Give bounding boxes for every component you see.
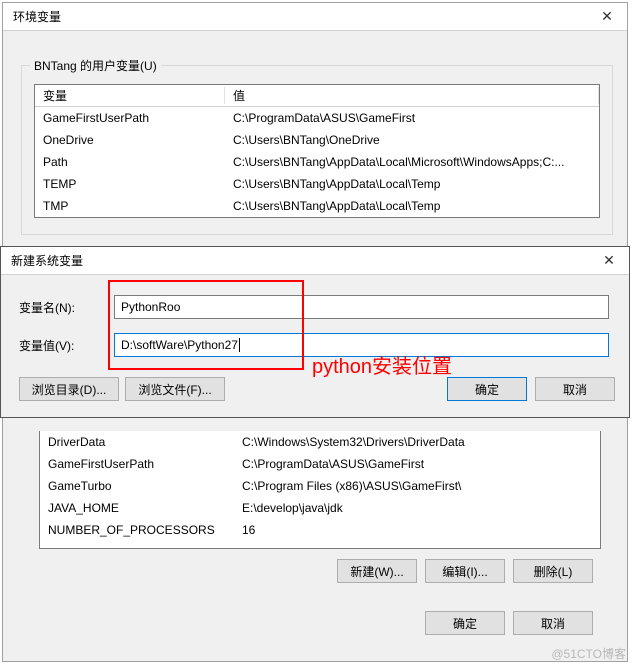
text-caret	[239, 338, 240, 352]
table-row[interactable]: OneDriveC:\Users\BNTang\OneDrive	[35, 129, 599, 151]
new-system-var-button[interactable]: 新建(W)...	[337, 559, 417, 583]
variable-name-row: 变量名(N):	[19, 295, 613, 319]
user-variables-group: BNTang 的用户变量(U) 变量 值 GameFirstUserPathC:…	[21, 65, 613, 235]
variable-name-label: 变量名(N):	[19, 299, 114, 316]
table-row[interactable]: GameTurboC:\Program Files (x86)\ASUS\Gam…	[40, 475, 600, 497]
table-row[interactable]: GameFirstUserPathC:\ProgramData\ASUS\Gam…	[35, 107, 599, 129]
table-row[interactable]: PathC:\Users\BNTang\AppData\Local\Micros…	[35, 151, 599, 173]
env-title: 环境变量	[13, 8, 61, 25]
main-buttons-row: 确定 取消	[33, 611, 593, 635]
browse-directory-button[interactable]: 浏览目录(D)...	[19, 377, 119, 401]
cancel-button[interactable]: 取消	[513, 611, 593, 635]
new-system-variable-dialog: 新建系统变量 ✕ 变量名(N): 变量值(V): D:\softWare\Pyt…	[0, 246, 630, 418]
ok-button[interactable]: 确定	[425, 611, 505, 635]
variable-value-input[interactable]: D:\softWare\Python27	[114, 333, 609, 357]
cancel-button[interactable]: 取消	[535, 377, 615, 401]
env-titlebar: 环境变量 ✕	[3, 3, 627, 31]
browse-buttons-row: 浏览目录(D)... 浏览文件(F)...	[13, 377, 225, 401]
browse-file-button[interactable]: 浏览文件(F)...	[125, 377, 225, 401]
table-row[interactable]: GameFirstUserPathC:\ProgramData\ASUS\Gam…	[40, 453, 600, 475]
delete-system-var-button[interactable]: 删除(L)	[513, 559, 593, 583]
system-variables-table[interactable]: DriverDataC:\Windows\System32\Drivers\Dr…	[39, 431, 601, 549]
close-icon[interactable]: ✕	[589, 247, 629, 275]
table-row[interactable]: DriverDataC:\Windows\System32\Drivers\Dr…	[40, 431, 600, 453]
close-icon[interactable]: ✕	[587, 3, 627, 31]
col-variable: 变量	[35, 87, 225, 104]
newvar-titlebar: 新建系统变量 ✕	[1, 247, 629, 275]
table-row[interactable]: NUMBER_OF_PROCESSORS16	[40, 519, 600, 541]
watermark-text: @51CTO博客	[551, 645, 626, 662]
variable-name-input[interactable]	[114, 295, 609, 319]
table-header: 变量 值	[35, 85, 599, 107]
table-row[interactable]: TMPC:\Users\BNTang\AppData\Local\Temp	[35, 195, 599, 217]
col-value: 值	[225, 87, 599, 104]
table-row[interactable]: TEMPC:\Users\BNTang\AppData\Local\Temp	[35, 173, 599, 195]
table-row[interactable]: JAVA_HOMEE:\develop\java\jdk	[40, 497, 600, 519]
newvar-title: 新建系统变量	[11, 252, 83, 269]
dialog-action-buttons: 确定 取消	[439, 377, 615, 401]
user-variables-table[interactable]: 变量 值 GameFirstUserPathC:\ProgramData\ASU…	[34, 84, 600, 218]
variable-value-label: 变量值(V):	[19, 337, 114, 354]
ok-button[interactable]: 确定	[447, 377, 527, 401]
system-buttons-row: 新建(W)... 编辑(I)... 删除(L)	[33, 559, 593, 583]
user-group-label: BNTang 的用户变量(U)	[30, 57, 161, 74]
edit-system-var-button[interactable]: 编辑(I)...	[425, 559, 505, 583]
variable-value-row: 变量值(V): D:\softWare\Python27	[19, 333, 613, 357]
